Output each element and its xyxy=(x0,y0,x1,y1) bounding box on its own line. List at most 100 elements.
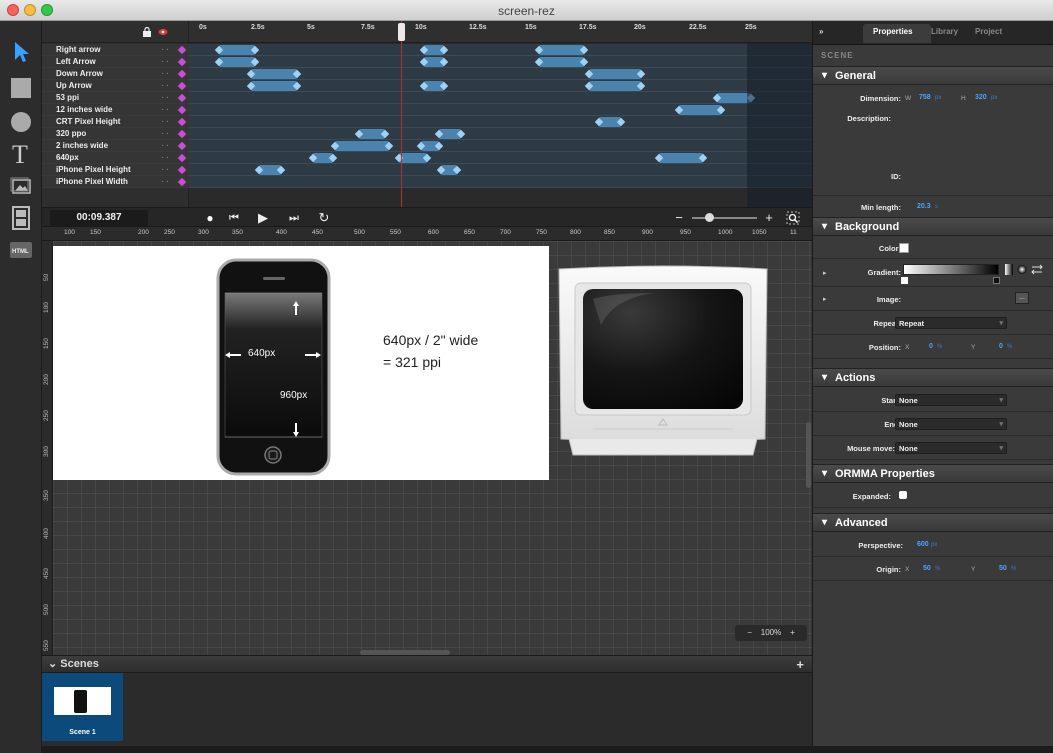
layer-row[interactable]: 640px · · xyxy=(42,152,189,164)
timeline-zoom-out-button[interactable]: − xyxy=(672,210,686,226)
keyframe-transition-bar[interactable] xyxy=(679,105,721,115)
gradient-stop-start[interactable] xyxy=(901,277,908,284)
height-value[interactable]: 320 xyxy=(975,94,987,101)
layer-row[interactable]: iPhone Pixel Height · · xyxy=(42,164,189,176)
horizontal-ruler[interactable]: 100 150 200 250 300 350 400 450 500 550 600 650 700 7… xyxy=(42,227,812,241)
keyframe-transition-bar[interactable] xyxy=(439,129,461,139)
keyframe-transition-bar[interactable] xyxy=(219,45,255,55)
timeline-track[interactable] xyxy=(189,68,812,80)
keyframe-diamond-icon[interactable] xyxy=(177,141,187,151)
timeline-track[interactable] xyxy=(189,128,812,140)
video-tool[interactable] xyxy=(6,203,36,233)
layer-toggles[interactable]: · · xyxy=(161,164,169,176)
timeline-track[interactable] xyxy=(189,164,812,176)
stage-canvas[interactable]: 640px 960px 640px / 2" wide = 321 ppi − … xyxy=(53,241,812,655)
rewind-button[interactable]: ⏮ xyxy=(222,210,246,226)
loop-button[interactable]: ↻ xyxy=(314,210,334,226)
record-button[interactable]: ● xyxy=(202,210,218,226)
expanded-checkbox[interactable] xyxy=(899,491,907,499)
keyframe-transition-bar[interactable] xyxy=(441,165,457,175)
timeline-track[interactable] xyxy=(189,152,812,164)
position-x-value[interactable]: 0 xyxy=(929,343,933,350)
start-action-select[interactable]: None xyxy=(895,394,1007,406)
layer-toggles[interactable]: · · xyxy=(161,80,169,92)
keyframe-diamond-icon[interactable] xyxy=(177,93,187,103)
layer-toggles[interactable]: · · xyxy=(161,176,169,188)
section-actions[interactable]: Actions xyxy=(813,368,1053,387)
end-action-select[interactable]: None xyxy=(895,418,1007,430)
section-ormma[interactable]: ORMMA Properties xyxy=(813,464,1053,483)
layer-row[interactable]: iPhone Pixel Width · · xyxy=(42,176,189,188)
forward-button[interactable]: ⏭ xyxy=(282,210,306,226)
layer-row[interactable]: 12 inches wide · · xyxy=(42,104,189,116)
html-widget-tool[interactable]: HTML xyxy=(6,235,36,265)
timeline-track[interactable] xyxy=(189,140,812,152)
layer-row[interactable]: 320 ppo · · xyxy=(42,128,189,140)
keyframe-diamond-icon[interactable] xyxy=(177,153,187,163)
keyframe-transition-bar[interactable] xyxy=(424,81,444,91)
canvas-zoom-in-button[interactable]: + xyxy=(790,628,795,637)
time-ruler[interactable]: 0s 2.5s 5s 7.5s 10s 12.5s 15s 17.5s 20s 22.5s 25s xyxy=(189,21,812,43)
min-length-value[interactable]: 20.3 xyxy=(917,203,931,210)
section-general[interactable]: General xyxy=(813,66,1053,85)
perspective-value[interactable]: 600 xyxy=(917,541,929,548)
keyframe-transition-bar[interactable] xyxy=(539,57,584,67)
canvas-zoom-out-button[interactable]: − xyxy=(747,628,752,637)
keyframe-diamond-icon[interactable] xyxy=(177,45,187,55)
lock-icon[interactable] xyxy=(142,27,152,37)
tab-properties[interactable]: Properties xyxy=(873,27,913,36)
origin-y-value[interactable]: 50 xyxy=(999,565,1007,572)
keyframe-diamond-icon[interactable] xyxy=(177,165,187,175)
layer-row[interactable]: 2 inches wide · · xyxy=(42,140,189,152)
layer-row[interactable]: Up Arrow · · xyxy=(42,80,189,92)
keyframe-transition-bar[interactable] xyxy=(599,117,621,127)
keyframe-diamond-icon[interactable] xyxy=(177,69,187,79)
timeline-track[interactable] xyxy=(189,92,812,104)
vertical-ruler[interactable]: 50 100 150 200 250 300 350 400 450 500 550 xyxy=(42,241,53,655)
canvas-vertical-scrollbar[interactable] xyxy=(806,422,811,488)
layer-row[interactable]: Left Arrow · · xyxy=(42,56,189,68)
layer-toggles[interactable]: · · xyxy=(161,44,169,56)
zoom-to-fit-icon[interactable] xyxy=(786,211,800,225)
section-advanced[interactable]: Advanced xyxy=(813,513,1053,532)
timeline-track[interactable] xyxy=(189,176,812,188)
keyframe-diamond-icon[interactable] xyxy=(177,105,187,115)
layer-toggles[interactable]: · · xyxy=(161,116,169,128)
keyframe-diamond-icon[interactable] xyxy=(177,117,187,127)
keyframe-transition-bar[interactable] xyxy=(589,81,641,91)
ellipse-tool[interactable] xyxy=(6,107,36,137)
image-tool[interactable] xyxy=(6,171,36,201)
layer-toggles[interactable]: · · xyxy=(161,92,169,104)
scenes-panel-header[interactable]: ⌄ Scenes + xyxy=(42,655,812,673)
timeline-track[interactable] xyxy=(189,116,812,128)
timecode-display[interactable]: 00:09.387 xyxy=(50,210,148,226)
keyframe-transition-bar[interactable] xyxy=(259,165,281,175)
timeline-track[interactable] xyxy=(189,56,812,68)
layer-toggles[interactable]: · · xyxy=(161,152,169,164)
layer-toggles[interactable]: · · xyxy=(161,140,169,152)
scene-stage[interactable]: 640px 960px 640px / 2" wide = 321 ppi xyxy=(53,246,549,480)
text-tool[interactable]: T xyxy=(6,139,36,169)
keyframe-transition-bar[interactable] xyxy=(399,153,427,163)
keyframe-diamond-icon[interactable] xyxy=(177,57,187,67)
timeline-track[interactable] xyxy=(189,44,812,56)
width-value[interactable]: 758 xyxy=(919,94,931,101)
canvas-zoom-control[interactable]: − 100% + xyxy=(735,625,807,641)
keyframe-transition-bar[interactable] xyxy=(359,129,385,139)
collapse-panel-button[interactable]: » xyxy=(819,27,823,36)
layer-toggles[interactable]: · · xyxy=(161,104,169,116)
color-swatch[interactable] xyxy=(899,243,909,253)
add-scene-button[interactable]: + xyxy=(796,656,804,673)
timeline-zoom-in-button[interactable]: + xyxy=(762,210,776,226)
gradient-bar[interactable] xyxy=(903,264,999,275)
keyframe-transition-bar[interactable] xyxy=(251,69,297,79)
layer-toggles[interactable]: · · xyxy=(161,128,169,140)
timeline-zoom-slider[interactable] xyxy=(692,217,757,219)
timeline-zoom-knob[interactable] xyxy=(705,213,714,222)
timeline-track[interactable] xyxy=(189,80,812,92)
eye-icon[interactable] xyxy=(158,27,168,37)
position-y-value[interactable]: 0 xyxy=(999,343,1003,350)
keyframe-transition-bar[interactable] xyxy=(424,45,444,55)
repeat-select[interactable]: Repeat xyxy=(895,317,1007,329)
keyframe-diamond-icon[interactable] xyxy=(177,129,187,139)
